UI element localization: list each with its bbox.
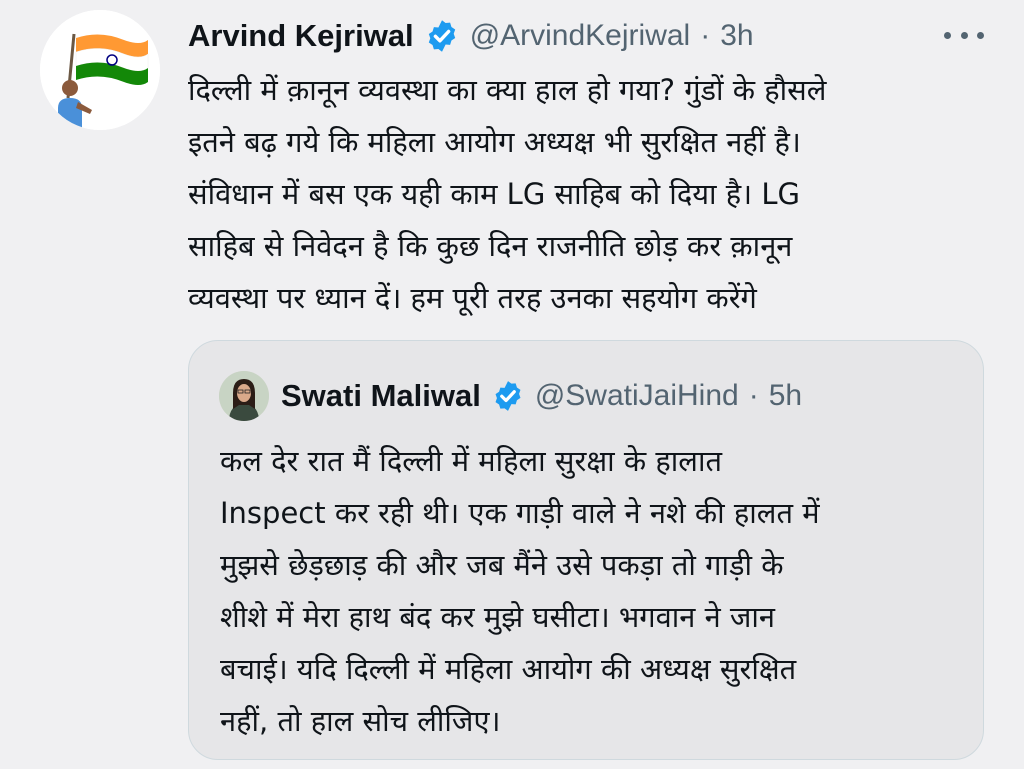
quoted-tweet-header: Swati Maliwal @SwatiJaiHind · 5h — [219, 367, 802, 425]
more-dot — [977, 31, 984, 39]
profile-photo-icon — [219, 371, 269, 421]
quoted-tweet-text: कल देर रात मैं दिल्ली में महिला सुरक्षा … — [220, 444, 820, 738]
separator-dot: · — [700, 19, 711, 52]
author-avatar[interactable] — [40, 10, 160, 130]
author-name[interactable]: Arvind Kejriwal — [188, 18, 414, 54]
verified-badge-icon — [424, 18, 460, 54]
quoted-author-avatar — [219, 371, 269, 421]
separator-dot: · — [748, 379, 759, 412]
tweet-header: Arvind Kejriwal @ArvindKejriwal · 3h — [188, 14, 754, 58]
quoted-author-name[interactable]: Swati Maliwal — [281, 378, 481, 414]
quoted-author-handle[interactable]: @SwatiJaiHind — [535, 379, 739, 413]
verified-badge-icon — [491, 379, 525, 413]
tweet[interactable]: Arvind Kejriwal @ArvindKejriwal · 3h दिल… — [0, 0, 1024, 769]
profile-photo-with-flag-icon — [40, 10, 160, 130]
more-options-icon[interactable] — [944, 20, 984, 50]
tweet-text: दिल्ली में क़ानून व्यवस्था का क्या हाल ह… — [188, 73, 827, 315]
author-handle[interactable]: @ArvindKejriwal — [470, 19, 691, 53]
quoted-tweet[interactable]: Swati Maliwal @SwatiJaiHind · 5h कल देर … — [188, 340, 984, 760]
tweet-timestamp[interactable]: 3h — [720, 19, 753, 53]
more-dot — [944, 31, 951, 39]
more-dot — [960, 31, 968, 39]
quoted-tweet-timestamp[interactable]: 5h — [769, 379, 802, 413]
